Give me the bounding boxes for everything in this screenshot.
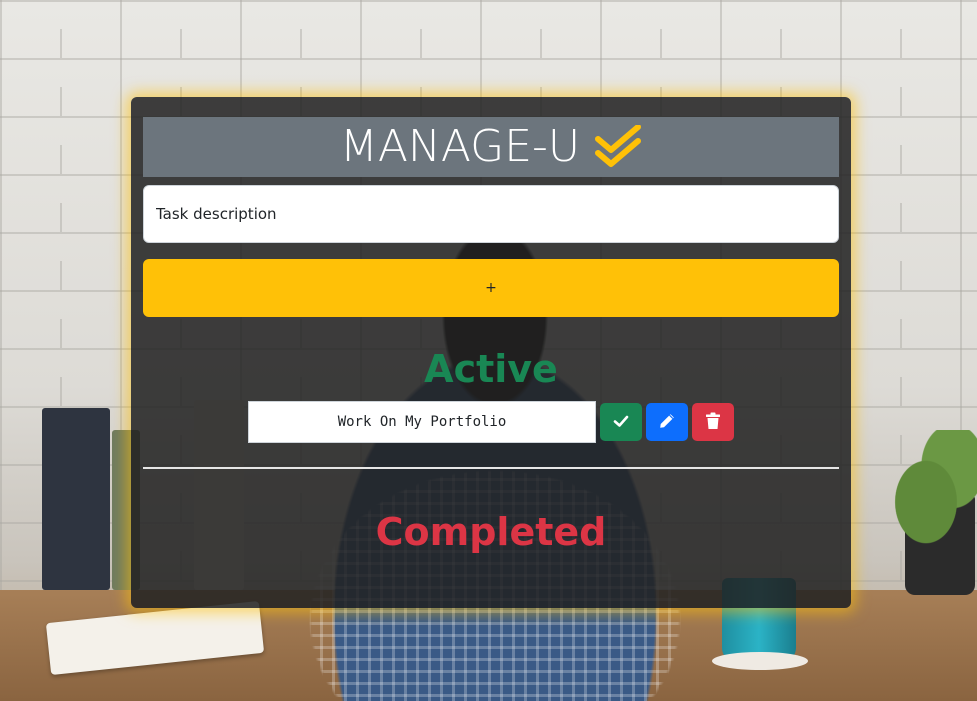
trash-icon bbox=[705, 412, 721, 433]
app-header: MANAGE-U bbox=[143, 117, 839, 177]
book bbox=[42, 408, 110, 590]
saucer bbox=[712, 652, 808, 670]
check-icon bbox=[613, 413, 629, 432]
pencil-icon bbox=[658, 412, 676, 433]
task-item: Work On My Portfolio bbox=[248, 401, 734, 443]
double-check-icon bbox=[594, 125, 642, 169]
todo-card: MANAGE-U + Active Work On My Portfolio bbox=[131, 97, 851, 608]
task-text: Work On My Portfolio bbox=[248, 401, 596, 443]
complete-task-button[interactable] bbox=[600, 403, 642, 441]
delete-task-button[interactable] bbox=[692, 403, 734, 441]
task-description-input[interactable] bbox=[143, 185, 839, 243]
plant bbox=[890, 430, 977, 550]
section-divider bbox=[143, 467, 839, 469]
completed-heading: Completed bbox=[375, 510, 607, 554]
active-heading: Active bbox=[424, 347, 558, 391]
add-task-button[interactable]: + bbox=[143, 259, 839, 317]
edit-task-button[interactable] bbox=[646, 403, 688, 441]
app-title: MANAGE-U bbox=[339, 121, 581, 172]
